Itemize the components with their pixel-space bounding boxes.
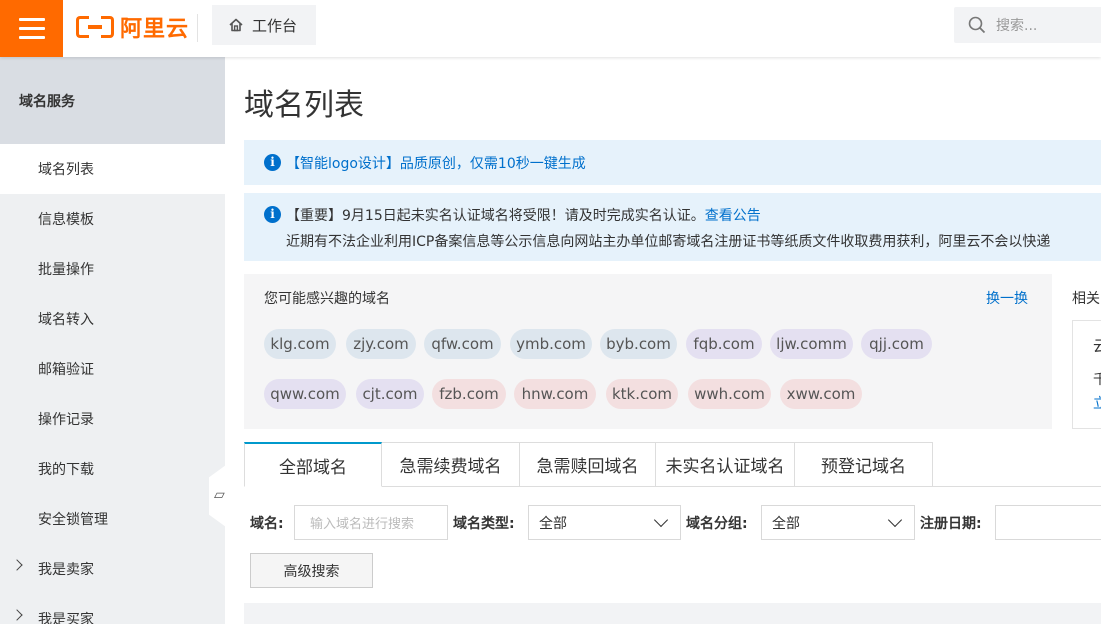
collapse-icon: ▱ [214, 487, 225, 503]
domain-type-label: 域名类型: [453, 516, 515, 532]
register-date-label: 注册日期: [920, 516, 982, 532]
domain-chip[interactable]: fqb.com [686, 329, 762, 359]
chevron-down-icon [653, 512, 669, 528]
sidebar-item-buyer[interactable]: 我是买家 [0, 594, 225, 624]
top-bar: 阿里云 工作台 搜索... [0, 0, 1101, 57]
home-icon [229, 18, 243, 32]
sidebar-item-label: 邮箱验证 [38, 362, 94, 378]
tab-redemption-needed[interactable]: 急需赎回域名 [520, 442, 656, 487]
sidebar-item-email-verify[interactable]: 邮箱验证 [0, 344, 225, 394]
domain-chip[interactable]: cjt.com [356, 379, 424, 409]
menu-icon-line [18, 27, 45, 30]
sidebar-item-label: 域名转入 [38, 312, 94, 328]
tab-renewal-needed[interactable]: 急需续费域名 [382, 442, 520, 487]
domain-chip[interactable]: klg.com [264, 329, 336, 359]
domain-group-label: 域名分组: [686, 516, 748, 532]
global-search-input[interactable]: 搜索... [954, 7, 1101, 43]
aliyun-logo[interactable]: 阿里云 [76, 12, 189, 42]
domain-chip[interactable]: qfw.com [424, 329, 501, 359]
domain-chip[interactable]: zjy.com [346, 329, 416, 359]
real-name-notice: i 【重要】9月15日起未实名认证域名将受限！请及时完成实名认证。查看公告 近期… [244, 193, 1101, 261]
domain-group-select[interactable]: 全部 [761, 505, 915, 540]
domain-chip[interactable]: xww.com [780, 379, 862, 409]
domain-search-input[interactable]: 输入域名进行搜索 [294, 505, 448, 540]
sidebar-item-label: 我是卖家 [38, 562, 94, 578]
sidebar-item-label: 安全锁管理 [38, 512, 108, 528]
chevron-down-icon [887, 512, 903, 528]
sidebar-title: 域名服务 [0, 57, 225, 144]
sidebar-item-label: 我的下载 [38, 462, 94, 478]
refresh-suggestions-link[interactable]: 换一换 [986, 288, 1028, 308]
menu-icon-line [18, 18, 45, 21]
domain-chip[interactable]: hnw.com [514, 379, 596, 409]
domain-chip[interactable]: ktk.com [606, 379, 678, 409]
register-date-input[interactable] [995, 505, 1101, 540]
sidebar-item-label: 操作记录 [38, 412, 94, 428]
domain-group-value: 全部 [772, 515, 800, 532]
logo-design-notice[interactable]: i 【智能logo设计】品质原创，仅需10秒一键生成 [244, 140, 1101, 185]
sidebar-item-label: 信息模板 [38, 212, 94, 228]
sidebar-item-domain-transfer[interactable]: 域名转入 [0, 294, 225, 344]
domain-chip[interactable]: ljw.comm [770, 329, 853, 359]
table-header-strip [244, 603, 1101, 624]
sidebar-item-my-downloads[interactable]: 我的下载 [0, 444, 225, 494]
sidebar-item-security-lock[interactable]: 安全锁管理 [0, 494, 225, 544]
domain-chip[interactable]: fzb.com [432, 379, 506, 409]
chevron-right-icon [11, 609, 23, 621]
sidebar-item-batch-operations[interactable]: 批量操作 [0, 244, 225, 294]
sidebar-item-label: 我是买家 [38, 612, 94, 624]
domain-search-placeholder: 输入域名进行搜索 [310, 517, 415, 532]
suggested-domains-panel: 您可能感兴趣的域名 换一换 klg.com zjy.com qfw.com ym… [244, 274, 1052, 429]
menu-button[interactable] [0, 0, 63, 57]
domain-chip[interactable]: ymb.com [510, 329, 592, 359]
notice-text: 【智能logo设计】品质原创，仅需10秒一键生成 [286, 156, 586, 172]
related-card-title: 云 [1093, 337, 1101, 355]
sidebar-item-info-template[interactable]: 信息模板 [0, 194, 225, 244]
related-card-text: 千 [1093, 372, 1101, 388]
menu-icon-line [18, 36, 45, 39]
tab-all-domains[interactable]: 全部域名 [244, 442, 382, 487]
chevron-right-icon [11, 559, 23, 571]
notice-line1: 【重要】9月15日起未实名认证域名将受限！请及时完成实名认证。 [286, 208, 705, 224]
info-icon: i [264, 206, 281, 223]
domain-chip[interactable]: byb.com [600, 329, 677, 359]
sidebar-item-seller[interactable]: 我是卖家 [0, 544, 225, 594]
related-card-link[interactable]: 立 [1093, 393, 1101, 413]
sidebar-item-label: 域名列表 [38, 162, 94, 178]
tab-unverified[interactable]: 未实名认证域名 [656, 442, 795, 487]
advanced-search-button[interactable]: 高级搜索 [250, 553, 373, 588]
sidebar-item-label: 批量操作 [38, 262, 94, 278]
divider [197, 14, 198, 42]
logo-text: 阿里云 [120, 17, 190, 42]
notice-line2: 近期有不法企业利用ICP备案信息等公示信息向网站主办单位邮寄域名注册证书等纸质文… [286, 234, 1051, 250]
view-announcement-link[interactable]: 查看公告 [705, 208, 761, 224]
suggest-title: 您可能感兴趣的域名 [264, 291, 390, 307]
sidebar-item-operation-log[interactable]: 操作记录 [0, 394, 225, 444]
sidebar: 域名服务 域名列表 信息模板 批量操作 域名转入 邮箱验证 操作记录 我的下载 … [0, 57, 225, 624]
search-placeholder: 搜索... [996, 18, 1038, 34]
sidebar-item-domain-list[interactable]: 域名列表 [0, 144, 225, 194]
tab-pre-registration[interactable]: 预登记域名 [795, 442, 933, 487]
related-title: 相关 [1072, 291, 1100, 307]
aliyun-logo-icon [76, 16, 114, 38]
related-card: 云 千 立 [1072, 320, 1101, 429]
workbench-button[interactable]: 工作台 [212, 5, 316, 45]
workbench-label: 工作台 [252, 16, 298, 35]
domain-type-value: 全部 [539, 515, 567, 532]
notice-text: 【重要】9月15日起未实名认证域名将受限！请及时完成实名认证。查看公告 [286, 205, 761, 225]
domain-chip[interactable]: qww.com [264, 379, 346, 409]
domain-chip[interactable]: qjj.com [861, 329, 932, 359]
info-icon: i [264, 154, 281, 171]
domain-filter-label: 域名: [250, 516, 284, 532]
domain-chip[interactable]: wwh.com [688, 379, 771, 409]
page-title: 域名列表 [244, 88, 364, 123]
search-icon [968, 16, 986, 34]
domain-type-select[interactable]: 全部 [528, 505, 681, 540]
